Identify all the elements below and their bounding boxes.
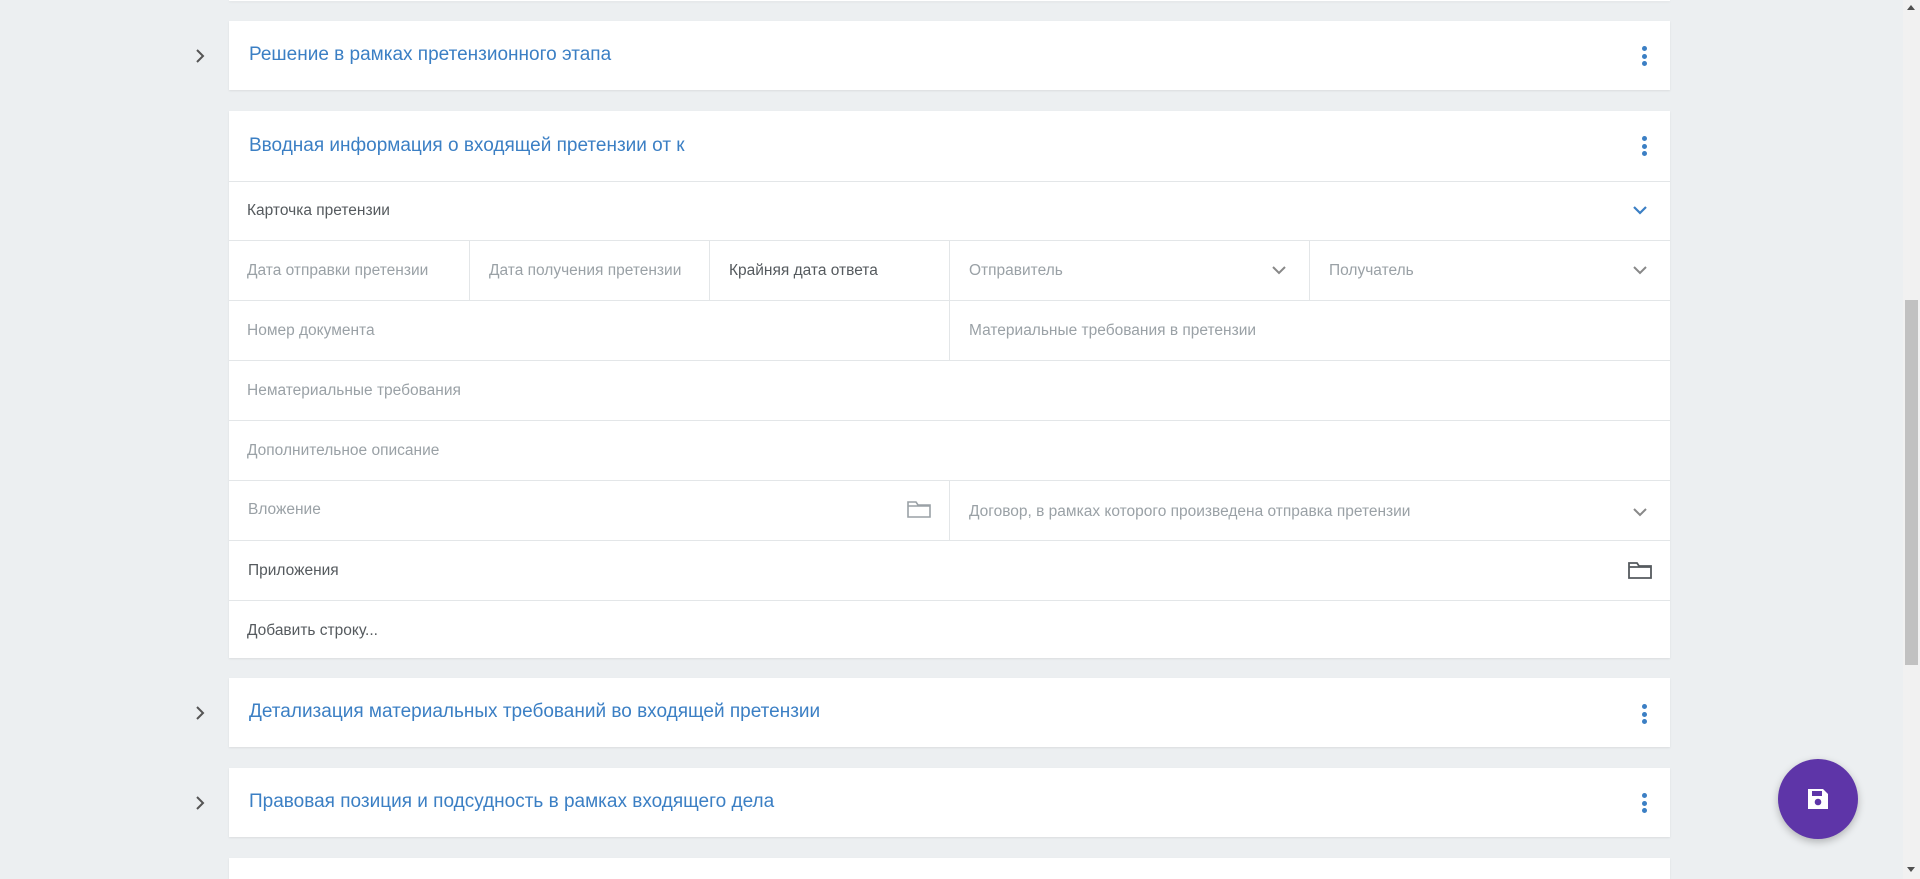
expand-section-1-icon[interactable] <box>190 46 210 66</box>
material-reqs-label: Материальные требования в претензии <box>969 322 1257 339</box>
recipient-label: Получатель <box>1329 262 1414 279</box>
attachment-row: Вложение Договор, в рамках которого прои… <box>229 480 1670 540</box>
nonmaterial-reqs-field[interactable]: Нематериальные требования <box>229 361 1670 420</box>
chevron-down-icon[interactable] <box>1271 263 1287 277</box>
section-title: Решение в рамках претензионного этапа <box>249 44 612 65</box>
section-header[interactable]: Решение в рамках претензионного этапа <box>229 21 1670 90</box>
add-row-link[interactable]: Добавить строку... <box>247 601 378 661</box>
nonmaterial-row: Нематериальные требования <box>229 360 1670 420</box>
appendices-label: Приложения <box>248 562 339 579</box>
attachment-label: Вложение <box>248 501 321 518</box>
send-date-label: Дата отправки претензии <box>247 262 429 279</box>
chevron-down-icon[interactable] <box>1632 263 1648 277</box>
expand-section-3-icon[interactable] <box>190 703 210 723</box>
receive-date-field[interactable]: Дата получения претензии <box>469 241 709 300</box>
section-header[interactable]: Правовая позиция и подсудность в рамках … <box>229 768 1670 837</box>
claim-card-title: Карточка претензии <box>247 202 390 219</box>
chevron-down-icon[interactable] <box>1632 505 1648 519</box>
appendices-row[interactable]: Приложения <box>229 540 1670 600</box>
section-intro-card: Вводная информация о входящей претензии … <box>229 111 1670 658</box>
document-row: Номер документа Материальные требования … <box>229 300 1670 360</box>
deadline-field[interactable]: Крайняя дата ответа <box>709 241 949 300</box>
vertical-scrollbar[interactable] <box>1903 0 1920 879</box>
contract-select[interactable]: Договор, в рамках которого произведена о… <box>949 481 1670 540</box>
section-legal-position-card: Правовая позиция и подсудность в рамках … <box>229 768 1670 837</box>
extra-desc-label: Дополнительное описание <box>247 442 440 459</box>
claim-card-header[interactable]: Карточка претензии <box>229 181 1670 240</box>
dates-row: Дата отправки претензии Дата получения п… <box>229 240 1670 300</box>
description-row: Дополнительное описание <box>229 420 1670 480</box>
kebab-menu-icon[interactable] <box>1642 704 1648 724</box>
scroll-up-arrow[interactable] <box>1907 5 1915 10</box>
section-decision-card: Решение в рамках претензионного этапа <box>229 21 1670 90</box>
kebab-menu-icon[interactable] <box>1642 136 1648 156</box>
extra-desc-field[interactable]: Дополнительное описание <box>229 421 1670 480</box>
next-section-card <box>229 858 1670 879</box>
doc-number-field[interactable]: Номер документа <box>229 301 949 360</box>
folder-icon[interactable] <box>906 498 932 520</box>
section-title: Вводная информация о входящей претензии … <box>249 135 685 156</box>
sender-label: Отправитель <box>969 262 1063 279</box>
expand-section-4-icon[interactable] <box>190 793 210 813</box>
kebab-menu-icon[interactable] <box>1642 793 1648 813</box>
scroll-thumb[interactable] <box>1905 300 1918 665</box>
section-header[interactable]: Детализация материальных требований во в… <box>229 678 1670 747</box>
scroll-down-arrow[interactable] <box>1907 867 1915 872</box>
section-title: Детализация материальных требований во в… <box>249 701 821 722</box>
section-material-details-card: Детализация материальных требований во в… <box>229 678 1670 747</box>
contract-label: Договор, в рамках которого произведена о… <box>969 503 1411 520</box>
recipient-select[interactable]: Получатель <box>1309 241 1670 300</box>
receive-date-label: Дата получения претензии <box>489 262 682 279</box>
add-row[interactable]: Добавить строку... <box>229 600 1670 661</box>
sender-select[interactable]: Отправитель <box>949 241 1309 300</box>
chevron-down-icon[interactable] <box>1632 203 1648 217</box>
attachment-field[interactable]: Вложение <box>229 481 949 540</box>
deadline-label: Крайняя дата ответа <box>729 262 878 279</box>
doc-number-label: Номер документа <box>247 322 375 339</box>
send-date-field[interactable]: Дата отправки претензии <box>229 241 469 300</box>
section-title: Правовая позиция и подсудность в рамках … <box>249 791 775 812</box>
folder-icon[interactable] <box>1627 559 1653 581</box>
section-header[interactable]: Вводная информация о входящей претензии … <box>229 111 1670 181</box>
floppy-disk-icon <box>1808 789 1828 809</box>
kebab-menu-icon[interactable] <box>1642 46 1648 66</box>
material-reqs-field[interactable]: Материальные требования в претензии <box>949 301 1670 360</box>
save-button[interactable] <box>1778 759 1858 839</box>
nonmaterial-reqs-label: Нематериальные требования <box>247 382 461 399</box>
previous-section-card <box>229 0 1670 1</box>
